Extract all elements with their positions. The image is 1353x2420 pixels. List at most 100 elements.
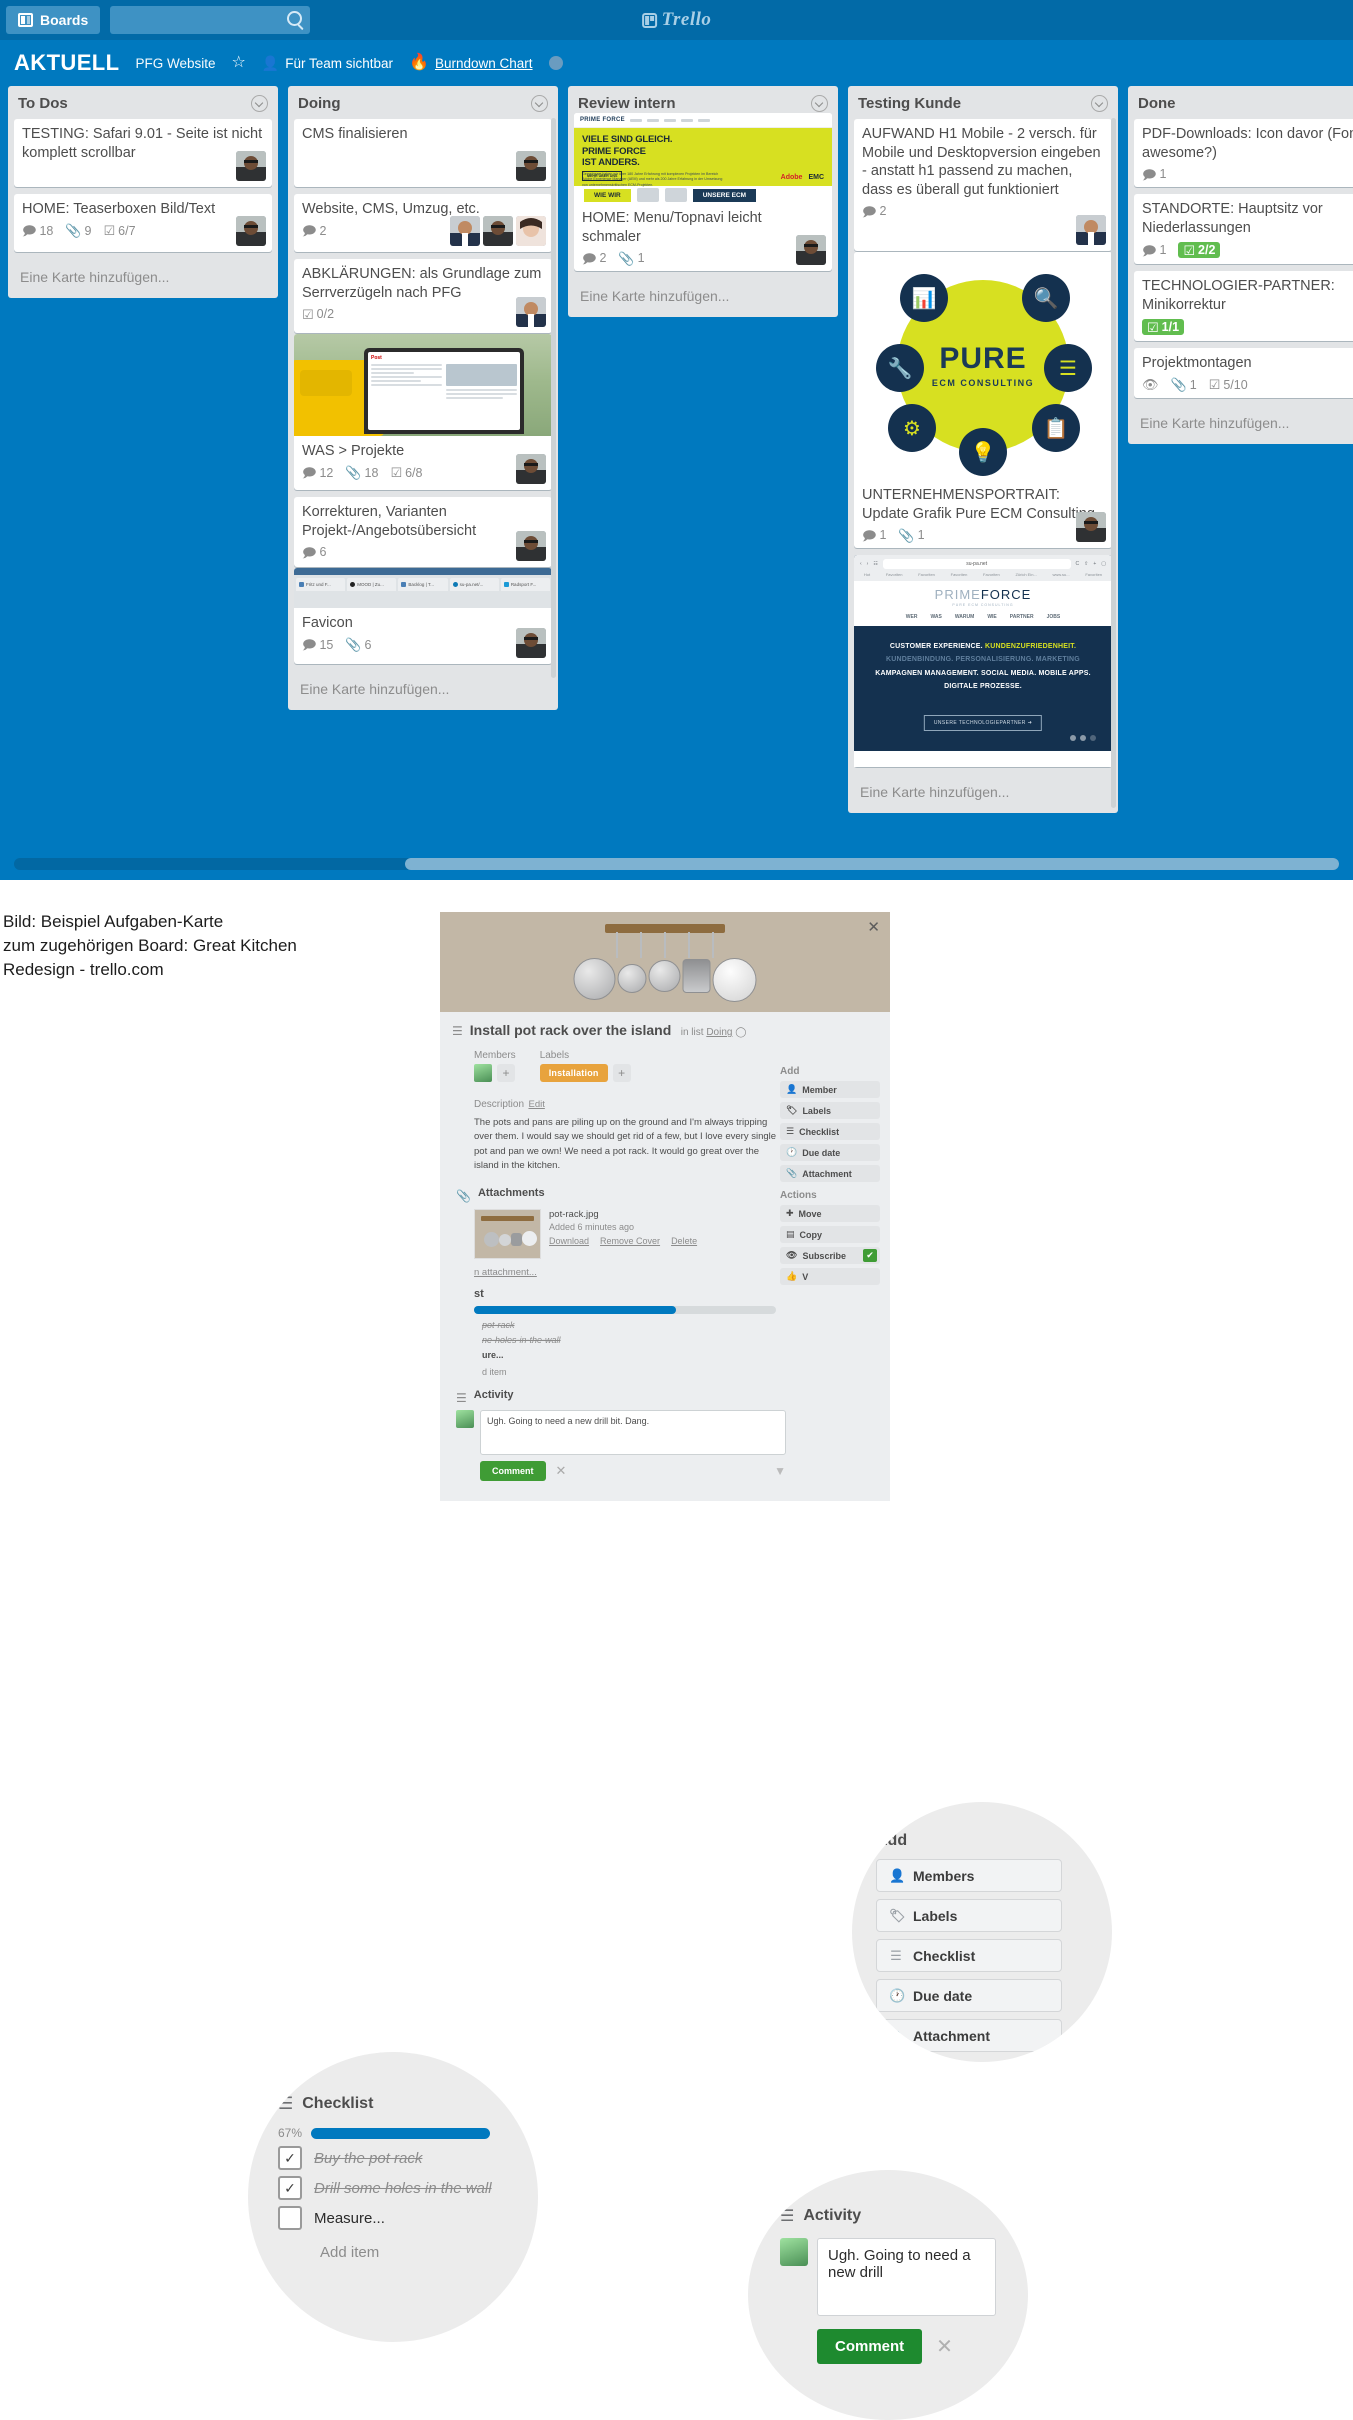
search-input[interactable] bbox=[110, 6, 311, 34]
close-icon[interactable]: ✕ bbox=[867, 920, 880, 935]
sidebar-add-labels[interactable]: 🏷 Labels bbox=[780, 1102, 880, 1119]
card[interactable]: PURE ECM CONSULTING 📊 🔍 🔧 ☰ ⚙ 📋 💡 UNTERN… bbox=[854, 252, 1112, 549]
board-member-avatar[interactable] bbox=[548, 56, 563, 70]
card[interactable]: Website, CMS, Umzug, etc. 🗩 2 bbox=[294, 194, 552, 252]
card[interactable]: PDF-Downloads: Icon davor (Font awesome?… bbox=[1134, 119, 1353, 188]
add-labels-button[interactable]: 🏷 Labels bbox=[876, 1899, 1062, 1932]
checklist-add-item-button[interactable]: Add item bbox=[320, 2244, 538, 2261]
sidebar-add-attachment[interactable]: 📎 Attachment bbox=[780, 1165, 880, 1182]
label-chip[interactable]: Installation bbox=[539, 1064, 608, 1082]
card[interactable]: TECHNOLOGIER-PARTNER: Minikorrektur ☑ 1/1 bbox=[1134, 271, 1353, 342]
card[interactable]: Projektmontagen 👁 📎 1 ☑ 5/10 bbox=[1134, 348, 1353, 398]
card[interactable]: Korrekturen, Varianten Projekt-/Angebots… bbox=[294, 497, 552, 567]
add-member-button[interactable]: + bbox=[497, 1064, 515, 1082]
comment-input[interactable]: Ugh. Going to need a new drill bit. Dang… bbox=[480, 1410, 786, 1455]
checklist-item[interactable]: ne-holes-in-the-wall bbox=[482, 1335, 776, 1345]
avatar[interactable] bbox=[1076, 215, 1106, 245]
list-scrollbar[interactable] bbox=[1111, 118, 1116, 808]
checklist-item[interactable]: Measure... bbox=[278, 2206, 538, 2230]
sidebar-add-checklist[interactable]: ☰ Checklist bbox=[780, 1123, 880, 1140]
avatar[interactable] bbox=[1076, 512, 1106, 543]
remove-cover-link[interactable]: Remove Cover bbox=[600, 1236, 660, 1246]
list-scrollbar[interactable] bbox=[551, 118, 556, 678]
boards-button[interactable]: Boards bbox=[6, 6, 101, 34]
avatar[interactable] bbox=[516, 628, 546, 658]
avatar[interactable] bbox=[516, 531, 546, 561]
card[interactable]: ‹ › ☷ su-pa.net C ⇧ + ▢ Hot Favoriten Fa… bbox=[854, 555, 1112, 768]
card[interactable]: STANDORTE: Hauptsitz vor Niederlassungen… bbox=[1134, 194, 1353, 265]
subscribe-icon[interactable]: ◯ bbox=[735, 1027, 746, 1038]
list-header: Doing bbox=[288, 86, 558, 119]
list-menu-icon[interactable] bbox=[251, 95, 268, 112]
sidebar-add-due-date[interactable]: 🕐 Due date bbox=[780, 1144, 880, 1161]
card[interactable]: Post WAS > Projekte 🗩 12 📎 18 ☑ 6/8 bbox=[294, 334, 552, 490]
avatar[interactable] bbox=[236, 216, 266, 246]
sidebar-subscribe[interactable]: 👁 Subscribe ✔ bbox=[780, 1247, 880, 1264]
list-menu-icon[interactable] bbox=[811, 95, 828, 112]
trello-logo[interactable]: Trello bbox=[641, 9, 712, 31]
cancel-comment-icon[interactable]: ✕ bbox=[936, 2334, 953, 2359]
search-box[interactable] bbox=[110, 6, 311, 34]
visibility-button[interactable]: 👤 Für Team sichtbar bbox=[262, 55, 393, 72]
scrollbar-thumb[interactable] bbox=[405, 858, 1339, 870]
avatar[interactable] bbox=[474, 1064, 492, 1082]
card[interactable]: AUFWAND H1 Mobile - 2 versch. für Mobile… bbox=[854, 119, 1112, 251]
idea-icon: 💡 bbox=[959, 428, 1007, 476]
add-attachment-button[interactable]: 📎 Attachment bbox=[876, 2019, 1062, 2052]
add-card-button[interactable]: Eine Karte hinzufügen... bbox=[568, 278, 838, 313]
card[interactable]: HOME: Teaserboxen Bild/Text 🗩 18 📎 9 ☑ 6/7 bbox=[14, 194, 272, 252]
attachment-badge: 📎 1 bbox=[1170, 377, 1197, 393]
star-button[interactable]: ☆ bbox=[231, 55, 245, 71]
list-menu-icon[interactable] bbox=[1091, 95, 1108, 112]
sidebar-copy[interactable]: ▤ Copy bbox=[780, 1226, 880, 1243]
board-horizontal-scrollbar[interactable] bbox=[0, 858, 1353, 870]
checkbox-unchecked-icon[interactable] bbox=[278, 2206, 302, 2230]
add-due-date-button[interactable]: 🕐 Due date bbox=[876, 1979, 1062, 2012]
card[interactable]: ABKLÄRUNGEN: als Grundlage zum Serrverzü… bbox=[294, 259, 552, 333]
sidebar-add-member[interactable]: 👤 Member bbox=[780, 1081, 880, 1098]
powerup-burndown-chart[interactable]: 🔥 Burndown Chart bbox=[409, 55, 532, 71]
checklist-add-item[interactable]: d item bbox=[482, 1367, 776, 1377]
avatar[interactable] bbox=[516, 297, 546, 327]
add-label-button[interactable]: + bbox=[612, 1064, 631, 1082]
add-checklist-button[interactable]: ☰ Checklist bbox=[876, 1939, 1062, 1972]
description-edit-link[interactable]: Edit bbox=[528, 1099, 544, 1110]
avatar[interactable] bbox=[516, 216, 546, 246]
checkbox-checked-icon[interactable]: ✓ bbox=[278, 2146, 302, 2170]
comment-button[interactable]: Comment bbox=[480, 1461, 546, 1481]
delete-link[interactable]: Delete bbox=[671, 1236, 697, 1246]
attachment-badge: 📎 1 bbox=[618, 250, 645, 266]
avatar[interactable] bbox=[483, 216, 513, 246]
avatar[interactable] bbox=[450, 216, 480, 246]
card[interactable]: TESTING: Safari 9.01 - Seite ist nicht k… bbox=[14, 119, 272, 187]
download-link[interactable]: Download bbox=[549, 1236, 589, 1246]
avatar[interactable] bbox=[516, 454, 546, 484]
avatar[interactable] bbox=[516, 151, 546, 181]
comment-input[interactable]: Ugh. Going to need a new drill bbox=[817, 2238, 996, 2316]
collapse-icon[interactable]: ▼ bbox=[774, 1464, 786, 1478]
add-card-button[interactable]: Eine Karte hinzufügen... bbox=[1128, 405, 1353, 440]
checklist-item[interactable]: ✓ Drill some holes in the wall bbox=[278, 2176, 538, 2200]
card[interactable]: Fritz und F... MOOD | Zu... Backlog | T.… bbox=[294, 568, 552, 664]
card[interactable]: CMS finalisieren bbox=[294, 119, 552, 187]
checkbox-checked-icon[interactable]: ✓ bbox=[278, 2176, 302, 2200]
card-detail-list-link[interactable]: Doing bbox=[706, 1027, 732, 1038]
add-members-button[interactable]: 👤 Members bbox=[876, 1859, 1062, 1892]
avatar[interactable] bbox=[796, 235, 826, 266]
add-card-button[interactable]: Eine Karte hinzufügen... bbox=[848, 774, 1118, 809]
cancel-comment-icon[interactable]: ✕ bbox=[556, 1463, 567, 1479]
team-name[interactable]: PFG Website bbox=[135, 56, 215, 71]
checklist-item[interactable]: ✓ Buy the pot rack bbox=[278, 2146, 538, 2170]
card-title: STANDORTE: Hauptsitz vor Niederlassungen bbox=[1142, 201, 1323, 236]
checklist-item[interactable]: ure... bbox=[482, 1350, 776, 1360]
comment-button[interactable]: Comment bbox=[817, 2329, 923, 2364]
add-card-button[interactable]: Eine Karte hinzufügen... bbox=[8, 259, 278, 294]
checklist-item[interactable]: pot-rack bbox=[482, 1320, 776, 1330]
attachment-thumbnail[interactable] bbox=[474, 1209, 541, 1259]
sidebar-vote[interactable]: 👍 V bbox=[780, 1268, 880, 1285]
card[interactable]: PRIME FORCE VIELE SIND GLEICH. PRIME FOR… bbox=[574, 113, 832, 272]
add-card-button[interactable]: Eine Karte hinzufügen... bbox=[288, 671, 558, 706]
list-menu-icon[interactable] bbox=[531, 95, 548, 112]
sidebar-move[interactable]: ✚ Move bbox=[780, 1205, 880, 1222]
avatar[interactable] bbox=[236, 151, 266, 181]
